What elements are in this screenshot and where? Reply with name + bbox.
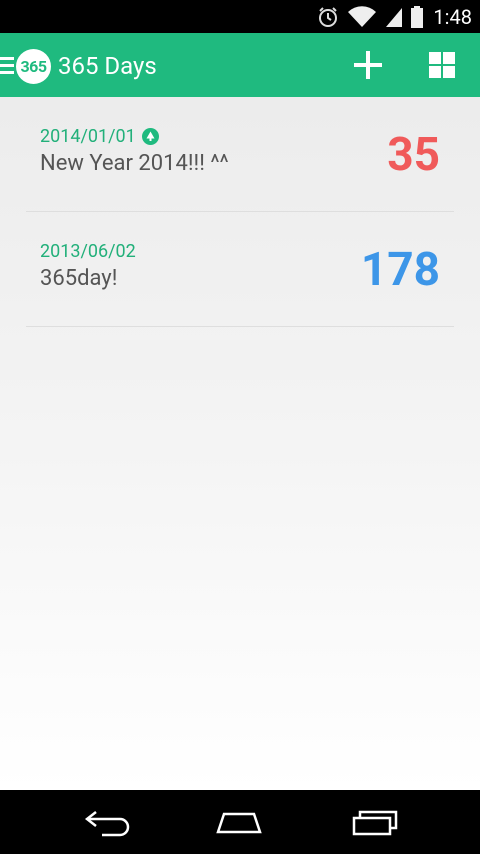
status-icons: 1:48 <box>317 0 472 33</box>
back-icon[interactable] <box>82 806 132 838</box>
days-count: 35 <box>387 128 440 182</box>
grid-view-icon[interactable] <box>424 47 460 83</box>
event-title: New Year 2014!!! ^^ <box>40 151 229 176</box>
status-bar: 1:48 <box>0 0 480 33</box>
event-date-row: 2013/06/02 <box>40 241 136 262</box>
event-date: 2013/06/02 <box>40 241 136 262</box>
battery-icon <box>411 5 424 28</box>
recents-icon[interactable] <box>350 806 400 838</box>
alarm-icon <box>319 6 338 27</box>
list-item[interactable]: 2014/01/01 New Year 2014!!! ^^ 35 <box>26 97 454 212</box>
app-bar: 365 365 Days <box>0 33 480 97</box>
wifi-icon <box>348 5 377 27</box>
event-title: 365day! <box>40 266 118 291</box>
menu-icon[interactable] <box>0 55 14 75</box>
app-logo[interactable]: 365 <box>16 49 51 84</box>
event-date-row: 2014/01/01 <box>40 126 159 147</box>
add-icon[interactable] <box>350 47 386 83</box>
event-date: 2014/01/01 <box>40 126 136 147</box>
days-count: 178 <box>360 243 440 297</box>
list-item[interactable]: 2013/06/02 365day! 178 <box>26 212 454 327</box>
app-title: 365 Days <box>58 52 157 80</box>
event-list: 2014/01/01 New Year 2014!!! ^^ 35 2013/0… <box>0 97 480 790</box>
signal-icon <box>386 7 403 27</box>
tree-icon <box>141 128 159 145</box>
status-time: 1:48 <box>433 4 472 29</box>
navigation-bar <box>0 790 480 854</box>
home-icon[interactable] <box>214 806 264 838</box>
